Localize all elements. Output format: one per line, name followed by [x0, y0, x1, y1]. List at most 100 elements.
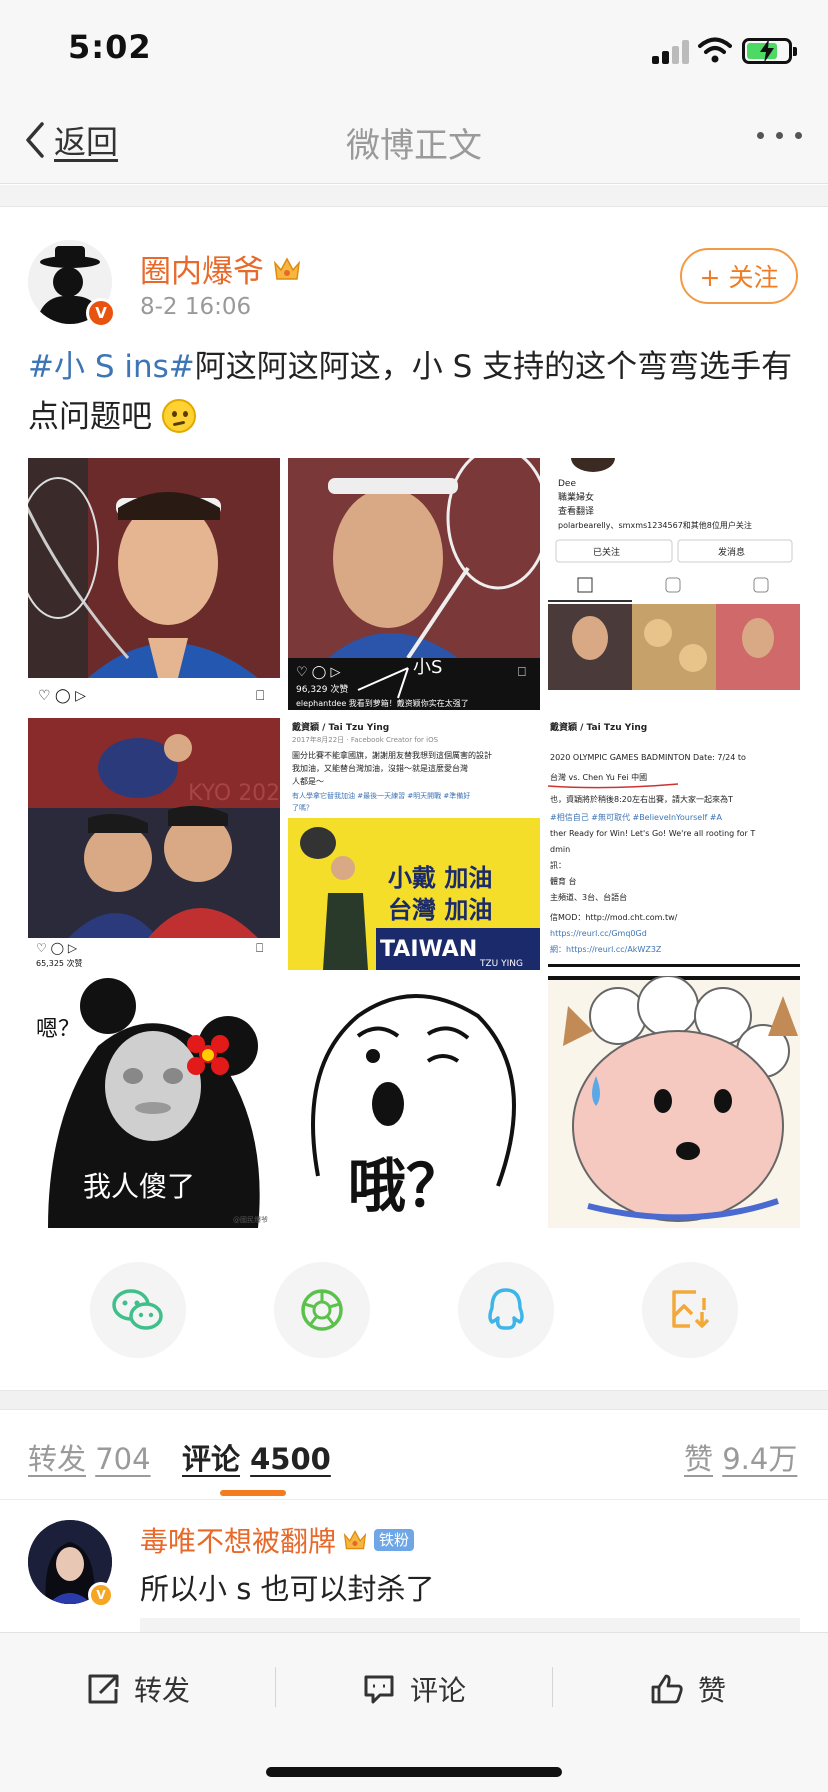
commenter-name: 毒唯不想被翻牌 [140, 1525, 337, 1558]
svg-text:♡ ◯ ▷: ♡ ◯ ▷ [36, 941, 78, 955]
comment-text: 所以小 s 也可以封杀了 [140, 1572, 435, 1606]
thumbs-up-icon [651, 1674, 683, 1704]
svg-text:訊：: 訊： [550, 860, 566, 870]
like-label: 赞 [698, 1674, 727, 1707]
svg-text:職業婦女: 職業婦女 [558, 491, 594, 503]
divider-band [0, 185, 828, 207]
ig-comment-text: elephantdee 我看到萝箱！戴资颖你实在太强了 [296, 698, 469, 708]
tab-comment[interactable]: 评论 4500 [182, 1436, 331, 1478]
svg-text:https://reurl.cc/Gmq0Gd: https://reurl.cc/Gmq0Gd [550, 929, 647, 938]
author-name-row[interactable]: 圈内爆爷 [140, 246, 302, 291]
dot-icon [795, 132, 802, 139]
svg-text:Dee: Dee [558, 479, 576, 489]
svg-text:发消息: 发消息 [718, 546, 745, 558]
svg-text:♡ ◯ ▷: ♡ ◯ ▷ [296, 665, 340, 680]
comment-label: 评论 [410, 1674, 467, 1707]
bottom-action-bar: 转发 评论 赞 [0, 1632, 828, 1792]
verified-badge-icon: V [86, 298, 116, 328]
fan-badge: 铁粉 [374, 1529, 415, 1551]
grid-image-3[interactable]: Dee 職業婦女 查看翻译 polarbearelly、smxms1234567… [548, 458, 800, 710]
interaction-tabs: 转发 704 评论 4500 赞 9.4万 [0, 1410, 828, 1500]
post-timestamp: 8-2 16:06 [140, 294, 252, 320]
grid-image-6[interactable]: 戴資穎 / Tai Tzu Ying 2020 OLYMPIC GAMES BA… [548, 718, 800, 970]
save-image-icon [672, 1290, 710, 1328]
svg-text:ther Ready for Win! Let's Go!: ther Ready for Win! Let's Go! We're all … [550, 829, 755, 838]
more-options-button[interactable] [757, 132, 802, 139]
svg-text:♡ ◯ ▷: ♡ ◯ ▷ [38, 688, 86, 704]
share-row [0, 1262, 828, 1362]
svg-text:TZU YING: TZU YING [479, 959, 523, 969]
svg-text:TAIWAN: TAIWAN [380, 937, 477, 962]
share-wechat-button[interactable] [90, 1262, 186, 1358]
dot-icon [757, 132, 764, 139]
svg-text:⎕: ⎕ [518, 665, 526, 680]
save-image-button[interactable] [642, 1262, 738, 1358]
svg-text:戴資穎 / Tai Tzu Ying: 戴資穎 / Tai Tzu Ying [550, 721, 647, 733]
repost-button[interactable]: 转发 [86, 1663, 190, 1715]
svg-text:2017年8月22日 · Facebook Creator: 2017年8月22日 · Facebook Creator for iOS [292, 735, 439, 744]
svg-text:主頻道、3台、台語台: 主頻道、3台、台語台 [550, 892, 627, 902]
svg-text:信MOD：http://mod.cht.com.tw/: 信MOD：http://mod.cht.com.tw/ [550, 912, 678, 922]
navigation-bar: 返回 微博正文 [0, 96, 828, 184]
cellular-signal-icon [652, 40, 690, 64]
grid-image-7[interactable]: 嗯？ 我人傻了 @國民爆爷 [28, 976, 280, 1228]
qq-icon [488, 1288, 524, 1330]
hashtag-link[interactable]: #小 S ins# [28, 349, 195, 385]
grid-image-9[interactable] [548, 976, 800, 1228]
vip-crown-icon [343, 1530, 367, 1550]
action-divider [275, 1667, 276, 1707]
repost-icon [88, 1674, 119, 1704]
dot-icon [776, 132, 783, 139]
repost-label: 转发 [134, 1674, 191, 1707]
svg-text:⎕: ⎕ [256, 688, 264, 704]
svg-text:2020 OLYMPIC GAMES BADMINTON D: 2020 OLYMPIC GAMES BADMINTON Date: 7/24 … [550, 753, 746, 762]
svg-text:已关注: 已关注 [593, 546, 620, 558]
grid-image-8[interactable]: 哦？ [288, 976, 540, 1228]
share-qq-button[interactable] [458, 1262, 554, 1358]
svg-text:@國民爆爷: @國民爆爷 [233, 1215, 268, 1224]
grid-image-5[interactable]: 戴資穎 / Tai Tzu Ying 2017年8月22日 · Facebook… [288, 718, 540, 970]
svg-text:也，資穎將於稍後8:20左右出賽，請大家一起來為T: 也，資穎將於稍後8:20左右出賽，請大家一起來為T [550, 794, 733, 804]
svg-text:台灣 加油: 台灣 加油 [388, 896, 492, 924]
tab-active-indicator [220, 1490, 286, 1496]
comment-icon [364, 1675, 394, 1704]
svg-text:網：https://reurl.cc/AkWZ3Z: 網：https://reurl.cc/AkWZ3Z [550, 944, 662, 954]
wifi-icon [698, 37, 732, 63]
action-divider [552, 1667, 553, 1707]
like-count-text: 96,329 次赞 [296, 683, 348, 695]
status-time: 5:02 [68, 28, 152, 66]
svg-text:polarbearelly、smxms1234567和其他8: polarbearelly、smxms1234567和其他8位用户关注 [558, 520, 752, 530]
author-name: 圈内爆爷 [140, 254, 264, 290]
svg-text:了嗎？: 了嗎？ [292, 804, 313, 812]
page-title: 微博正文 [346, 126, 482, 166]
svg-text:哦？: 哦？ [348, 1152, 464, 1220]
svg-text:KYO 202: KYO 202 [188, 781, 280, 806]
svg-text:小戴 加油: 小戴 加油 [388, 864, 492, 892]
like-button[interactable]: 赞 [650, 1663, 726, 1715]
svg-text:#相信自己 #無可取代 #BelieveInYourself: #相信自己 #無可取代 #BelieveInYourself #A [550, 812, 723, 822]
svg-text:dmin: dmin [550, 845, 570, 854]
svg-text:65,325 次赞: 65,325 次赞 [36, 958, 83, 968]
svg-text:有人學拿它替我加油 #最後一天練習 #明天開戰 #準備好: 有人學拿它替我加油 #最後一天練習 #明天開戰 #準備好 [292, 791, 470, 800]
share-moments-button[interactable] [274, 1262, 370, 1358]
tab-repost[interactable]: 转发 704 [28, 1436, 151, 1478]
status-bar: 5:02 [0, 0, 828, 96]
svg-text:台灣 vs. Chen Yu Fei 中國: 台灣 vs. Chen Yu Fei 中國 [550, 772, 647, 782]
comment-button[interactable]: 评论 [362, 1663, 466, 1715]
grid-image-1[interactable]: ♡ ◯ ▷ ⎕ [28, 458, 280, 710]
svg-text:人都是～: 人都是～ [292, 777, 324, 786]
follow-button[interactable]: + 关注 [680, 248, 798, 304]
image-grid: ♡ ◯ ▷ ⎕ ♡ ◯ ▷ ⎕ 96,329 次赞 elephantdee 我看… [28, 458, 800, 1228]
commenter-name-row[interactable]: 毒唯不想被翻牌 铁粉 [140, 1520, 415, 1560]
grid-image-2[interactable]: ♡ ◯ ▷ ⎕ 96,329 次赞 elephantdee 我看到萝箱！戴资颖你… [288, 458, 540, 710]
battery-icon [742, 38, 797, 64]
tab-like[interactable]: 赞 9.4万 [684, 1436, 797, 1478]
post-text: #小 S ins#阿这阿这阿这，小 S 支持的这个弯弯选手有点问题吧 [28, 342, 800, 442]
moments-icon [301, 1289, 343, 1331]
svg-text:⎕: ⎕ [256, 941, 263, 955]
svg-text:圖分比賽不能拿國旗，謝謝朋友替我想到這個厲害的設計: 圖分比賽不能拿國旗，謝謝朋友替我想到這個厲害的設計 [292, 750, 492, 760]
svg-text:戴資穎 / Tai Tzu Ying: 戴資穎 / Tai Tzu Ying [292, 721, 389, 733]
grid-image-4[interactable]: KYO 202 ♡ ◯ ▷ ⎕ 65,325 次赞 [28, 718, 280, 970]
wechat-icon [112, 1289, 163, 1330]
section-divider [0, 1390, 828, 1410]
